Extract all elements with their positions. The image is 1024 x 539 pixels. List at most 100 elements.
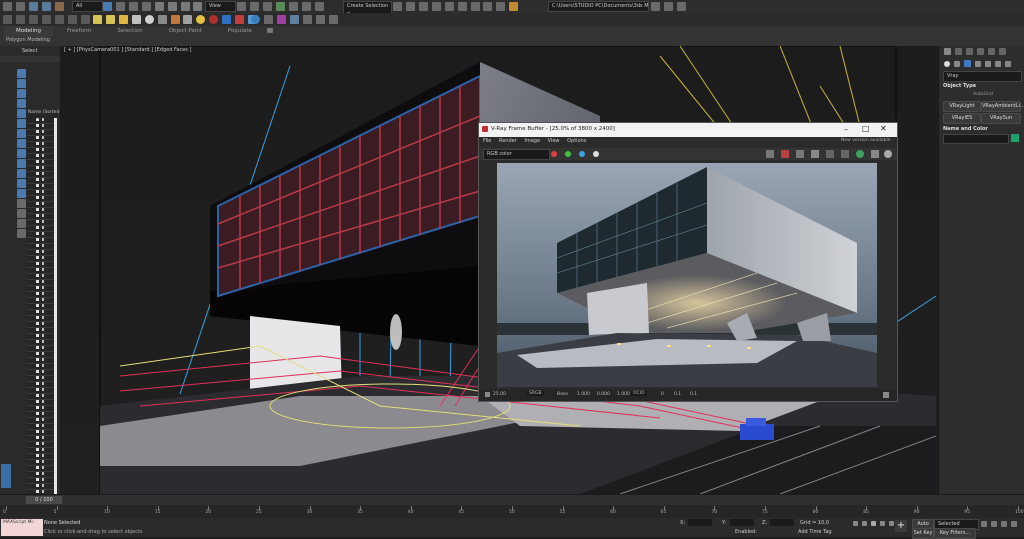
bind-space-warp-icon[interactable] <box>54 2 64 11</box>
rect-selection-icon[interactable] <box>128 2 138 11</box>
timeline-ruler[interactable]: 0 5 10 15 20 25 30 35 40 45 50 55 60 65 70 75 80 85 90 95 10… <box>0 506 1024 518</box>
spacewarps-icon[interactable] <box>67 15 77 24</box>
move-icon[interactable] <box>154 2 164 11</box>
display-containers-icon[interactable] <box>17 189 26 198</box>
vfb-menu-options[interactable]: Options <box>567 138 586 144</box>
scene-explorer-select-label[interactable]: Select <box>22 48 37 54</box>
shapes-category-icon[interactable] <box>953 60 960 67</box>
percent-snap-icon[interactable] <box>301 2 311 11</box>
shapes-icon[interactable] <box>15 15 25 24</box>
object-type-rollout-title[interactable]: Object Type <box>943 83 976 89</box>
save-image-icon[interactable] <box>766 150 774 158</box>
material-ball-icon[interactable] <box>251 15 260 24</box>
toggle-ribbon-icon[interactable] <box>431 2 441 11</box>
layer-explorer-icon[interactable] <box>418 2 428 11</box>
undo-icon[interactable] <box>3 2 12 11</box>
maximize-viewport-icon[interactable] <box>1010 520 1017 527</box>
display-xrefs-icon[interactable] <box>17 169 26 178</box>
next-frame-icon[interactable] <box>879 521 885 526</box>
vfb-value-4[interactable]: 0 <box>661 392 664 397</box>
systems-category-icon[interactable] <box>1004 60 1011 67</box>
vray-vfb-icon[interactable] <box>222 15 232 24</box>
vraysun-button[interactable]: VRaySun <box>981 113 1021 124</box>
teapot-icon[interactable] <box>302 15 312 24</box>
vray-plane-icon[interactable] <box>157 15 167 24</box>
utilities-tab-icon[interactable] <box>998 48 1006 55</box>
rotate-icon[interactable] <box>167 2 177 11</box>
region-render-icon[interactable] <box>826 150 834 158</box>
render-interactive-icon[interactable] <box>856 150 864 158</box>
window-crossing-icon[interactable] <box>141 2 151 11</box>
stop-render-icon[interactable] <box>871 150 879 158</box>
display-helpers-icon[interactable] <box>17 139 26 148</box>
name-and-color-rollout-title[interactable]: Name and Color <box>943 126 988 132</box>
vfb-layers-toggle-icon[interactable] <box>883 392 889 398</box>
vfb-srgb-toggle[interactable]: SRGB <box>527 391 544 396</box>
vrayies-button[interactable]: VRayIES <box>943 113 981 124</box>
display-lights-icon[interactable] <box>17 119 26 128</box>
vfb-channel-dropdown[interactable]: RGB color <box>483 149 550 160</box>
maximize-icon[interactable]: □ <box>862 124 870 133</box>
go-to-start-icon[interactable] <box>853 521 858 526</box>
link-icon[interactable] <box>28 2 38 11</box>
alpha-channel-icon[interactable] <box>593 151 599 157</box>
mirror-icon[interactable] <box>393 2 402 11</box>
cameras-category-icon[interactable] <box>974 60 981 67</box>
reference-coordinate-dropdown[interactable]: View <box>205 1 236 12</box>
keyboard-shortcut-icon[interactable] <box>262 2 272 11</box>
time-slider-track[interactable] <box>0 495 1024 505</box>
vray-sphere-icon[interactable] <box>144 15 154 24</box>
systems-icon[interactable] <box>80 15 90 24</box>
display-none-icon[interactable] <box>17 69 26 78</box>
vfb-value-1[interactable]: 1.000 <box>577 392 590 397</box>
pivot-center-icon[interactable] <box>237 2 246 11</box>
spinner-snap-icon[interactable] <box>314 2 324 11</box>
save-all-icon[interactable] <box>781 150 789 158</box>
vfb-value-6[interactable]: 0.1 <box>690 392 697 397</box>
vray-dome-icon[interactable] <box>131 15 141 24</box>
select-manipulate-icon[interactable] <box>249 2 259 11</box>
lights-icon[interactable] <box>28 15 38 24</box>
orbit-nav-icon[interactable] <box>1000 520 1007 527</box>
coord-z-field[interactable] <box>770 519 794 526</box>
display-children-icon[interactable] <box>17 229 26 238</box>
spacewarps-category-icon[interactable] <box>994 60 1001 67</box>
zoom-nav-icon[interactable] <box>981 520 987 527</box>
time-slider-handle[interactable]: 0 / 100 <box>26 496 62 504</box>
color-clipboard-icon[interactable] <box>276 15 286 24</box>
refresh-icon[interactable] <box>884 150 892 158</box>
tab-object-paint[interactable]: Object Paint <box>157 26 214 37</box>
tab-populate[interactable]: Populate <box>216 26 264 37</box>
set-key-button[interactable]: Set Key <box>912 528 934 539</box>
vray-render-icon[interactable] <box>235 15 245 24</box>
clear-image-icon[interactable] <box>796 150 804 158</box>
freeze-toggle-icons[interactable] <box>42 118 44 526</box>
angle-snap-icon[interactable] <box>288 2 298 11</box>
display-last-icon[interactable] <box>17 219 26 228</box>
vfb-value-2[interactable]: 0.000 <box>597 392 610 397</box>
scale-icon[interactable] <box>180 2 190 11</box>
viewport-label[interactable]: [ + ] [PhysCamera001 ] [Standard ] [Edge… <box>64 47 191 53</box>
vray-fur-icon[interactable] <box>183 15 193 24</box>
vray-ies-icon[interactable] <box>105 15 115 24</box>
vfb-menu-image[interactable]: Image <box>524 138 540 144</box>
key-filters-button[interactable]: Key Filters... <box>934 528 976 539</box>
coord-x-field[interactable] <box>688 519 712 526</box>
object-color-swatch[interactable] <box>1011 134 1019 142</box>
geometry-category-icon[interactable] <box>944 60 950 67</box>
history-icon[interactable] <box>811 150 819 158</box>
helpers-icon[interactable] <box>54 15 64 24</box>
create-icon[interactable] <box>3 15 12 24</box>
vfb-zoom-value[interactable]: 25.00 <box>493 392 506 397</box>
go-to-end-icon[interactable] <box>888 521 894 526</box>
redo-icon[interactable] <box>15 2 25 11</box>
schematic-view-icon[interactable] <box>457 2 467 11</box>
motion-tab-icon[interactable] <box>976 48 984 55</box>
lights-category-icon[interactable] <box>963 60 971 67</box>
render-iterative-icon[interactable] <box>328 15 338 24</box>
vfb-value-5[interactable]: 0.1 <box>674 392 681 397</box>
play-icon[interactable] <box>870 521 876 526</box>
set-key-plus-icon[interactable]: + <box>895 520 907 532</box>
display-all-icon[interactable] <box>17 79 26 88</box>
tab-freeform[interactable]: Freeform <box>55 26 104 37</box>
